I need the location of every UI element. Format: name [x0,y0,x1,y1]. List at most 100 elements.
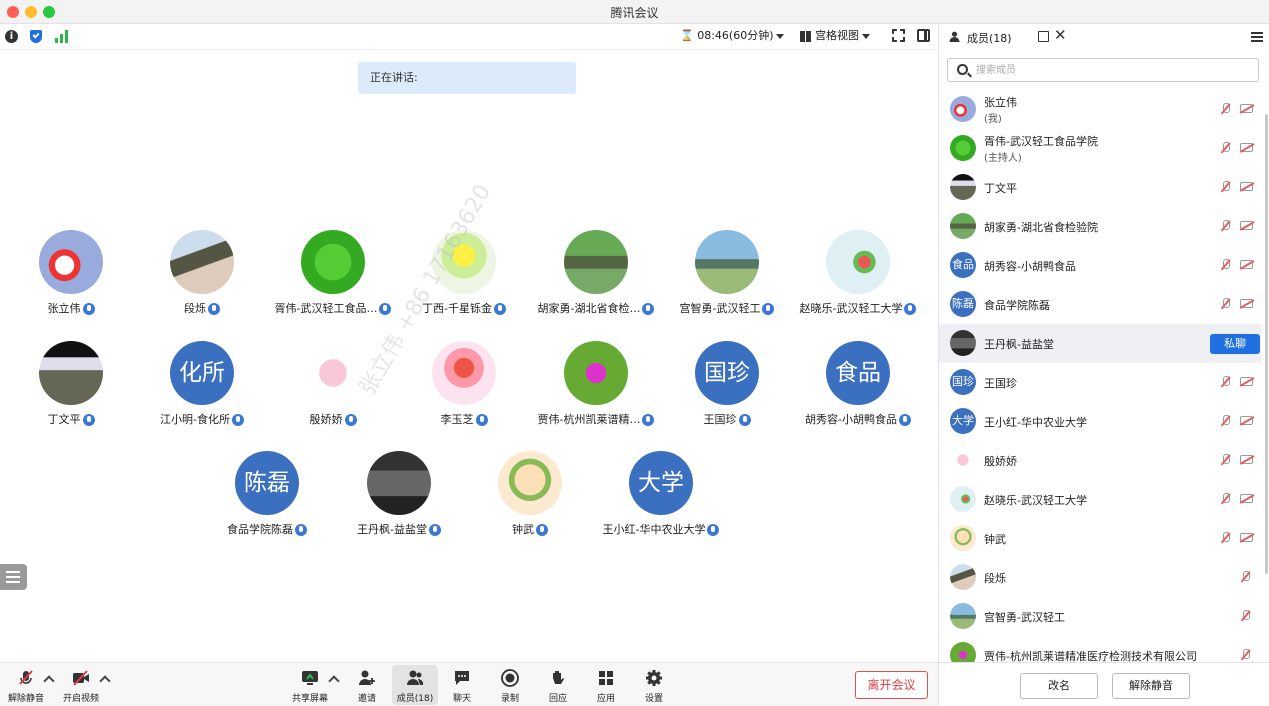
camera-off-icon[interactable] [1240,299,1253,308]
mic-off-icon[interactable] [1220,376,1231,388]
member-list-scrollbar[interactable] [1265,114,1268,574]
members-button[interactable]: 成员(18) [392,665,438,705]
menu-icon[interactable] [1251,32,1263,42]
member-row[interactable]: 胥伟-武汉轻工食品学院 (主持人) [939,129,1261,168]
member-row[interactable]: 殷娇娇 [939,441,1261,480]
mic-status-icon [82,414,95,426]
participant-tile[interactable]: 胡家勇-湖北省食检… [531,230,661,330]
camera-off-icon[interactable] [1240,377,1253,386]
mic-off-icon[interactable] [1220,415,1231,427]
camera-off-icon[interactable] [1240,104,1253,113]
mic-off-icon[interactable] [1220,142,1231,154]
search-input[interactable] [976,62,1246,78]
list-toggle-button[interactable] [0,564,27,590]
invite-button[interactable]: 邀请 [344,665,390,705]
participant-tile[interactable]: 张立伟 [6,230,136,330]
close-icon[interactable]: ✕ [1054,26,1067,44]
participant-name-text: 江小明-食化所 [160,413,230,426]
member-row[interactable]: 国珍 王国珍 [939,363,1261,402]
sidebar-toggle-icon[interactable] [917,29,930,42]
share-screen-button[interactable]: 共享屏幕 [287,665,333,705]
participant-name: 胥伟-武汉轻工食品… [258,300,408,316]
mic-status-icon [295,524,307,536]
camera-off-icon[interactable] [1240,182,1253,191]
member-name: 丁文平 [984,182,1017,195]
leave-meeting-button[interactable]: 离开会议 [855,671,928,699]
participant-tile[interactable]: 贾伟-杭州凯莱谱精… [531,341,661,441]
participant-tile[interactable]: 段烁 [137,230,267,330]
member-row[interactable]: 段烁 [939,558,1261,597]
camera-off-icon[interactable] [1240,533,1253,542]
mic-off-icon[interactable] [1240,571,1251,583]
mic-off-icon[interactable] [1220,259,1231,271]
participant-tile[interactable]: 宫智勇-武汉轻工 [662,230,792,330]
camera-off-icon[interactable] [1240,260,1253,269]
avatar [950,447,976,473]
participant-tile[interactable]: 胥伟-武汉轻工食品… [268,230,398,330]
mic-off-icon[interactable] [1220,493,1231,505]
member-row[interactable]: 陈磊 食品学院陈磊 [939,285,1261,324]
avatar [950,213,976,239]
camera-off-icon[interactable] [1240,143,1253,152]
participant-tile[interactable]: 王丹枫-益盐堂 [334,451,464,551]
mic-status-icon [904,303,917,315]
members-panel: 成员(18) ✕ 张立伟 (我) 胥伟-武汉轻工食品学院 (主持人) 丁文平胡家勇-湖北… [939,24,1269,706]
avatar [564,341,628,405]
record-icon [501,669,519,687]
mic-off-icon[interactable] [1220,103,1231,115]
member-row[interactable]: 大学 王小红-华中农业大学 [939,402,1261,441]
mic-off-icon[interactable] [1240,610,1251,622]
react-button[interactable]: 回应 [535,665,581,705]
participant-tile[interactable]: 赵晓乐-武汉轻工大学 [793,230,923,330]
participant-name-text: 赵晓乐-武汉轻工大学 [799,302,903,315]
member-row[interactable]: 钟武 [939,519,1261,558]
rename-button[interactable]: 改名 [1020,673,1098,699]
mic-off-icon[interactable] [1220,454,1231,466]
record-button[interactable]: 录制 [487,665,533,705]
fullscreen-icon[interactable] [892,29,905,42]
mic-status-icon [707,524,720,536]
participant-tile[interactable]: 陈磊 食品学院陈磊 [202,451,332,551]
start-video-button[interactable]: 开启视频 [58,665,104,705]
mic-off-icon[interactable] [1220,298,1231,310]
unmute-all-button[interactable]: 解除静音 [1112,673,1190,699]
info-icon[interactable]: i [5,30,18,43]
participant-tile[interactable]: 李玉芝 [399,341,529,441]
participant-tile[interactable]: 食品 胡秀容-小胡鸭食品 [793,341,923,441]
apps-button[interactable]: 应用 [583,665,629,705]
unmute-button[interactable]: 解除静音 [3,665,49,705]
participant-tile[interactable]: 国珍 王国珍 [662,341,792,441]
participant-tile[interactable]: 大学 王小红-华中农业大学 [596,451,726,551]
private-chat-button[interactable]: 私聊 [1210,334,1260,354]
mic-off-icon[interactable] [1220,181,1231,193]
participant-name-text: 宫智勇-武汉轻工 [679,302,761,315]
member-row[interactable]: 张立伟 (我) [939,90,1261,129]
popout-icon[interactable] [1038,31,1049,42]
mic-off-icon[interactable] [1220,532,1231,544]
member-row[interactable]: 王丹枫-益盐堂 私聊 [939,324,1261,363]
settings-button[interactable]: 设置 [631,665,677,705]
member-list: 张立伟 (我) 胥伟-武汉轻工食品学院 (主持人) 丁文平胡家勇-湖北省食检验院 食品 胡秀… [939,90,1269,662]
member-row[interactable]: 赵晓乐-武汉轻工大学 [939,480,1261,519]
participant-tile[interactable]: 丁文平 [6,341,136,441]
avatar [564,230,628,294]
meeting-timer[interactable]: ⌛ 08:46(60分钟) [680,29,785,43]
member-row[interactable]: 宫智勇-武汉轻工 [939,597,1261,636]
view-mode-dropdown[interactable]: 宫格视图 [800,29,870,43]
member-row[interactable]: 食品 胡秀容-小胡鸭食品 [939,246,1261,285]
member-row[interactable]: 丁文平 [939,168,1261,207]
mic-off-icon[interactable] [1220,220,1231,232]
camera-off-icon[interactable] [1240,221,1253,230]
participant-name: 张立伟 [0,300,146,316]
member-row[interactable]: 贾伟-杭州凯莱谱精准医疗检测技术有限公司 [939,636,1261,662]
member-row[interactable]: 胡家勇-湖北省食检验院 [939,207,1261,246]
mic-off-icon[interactable] [1240,649,1251,661]
camera-off-icon[interactable] [1240,416,1253,425]
network-signal-icon[interactable] [55,30,68,43]
security-shield-icon[interactable] [30,30,42,43]
participant-tile[interactable]: 钟武 [465,451,595,551]
camera-off-icon[interactable] [1240,494,1253,503]
chat-button[interactable]: 聊天 [439,665,485,705]
participant-tile[interactable]: 化所 江小明-食化所 [137,341,267,441]
camera-off-icon[interactable] [1240,455,1253,464]
